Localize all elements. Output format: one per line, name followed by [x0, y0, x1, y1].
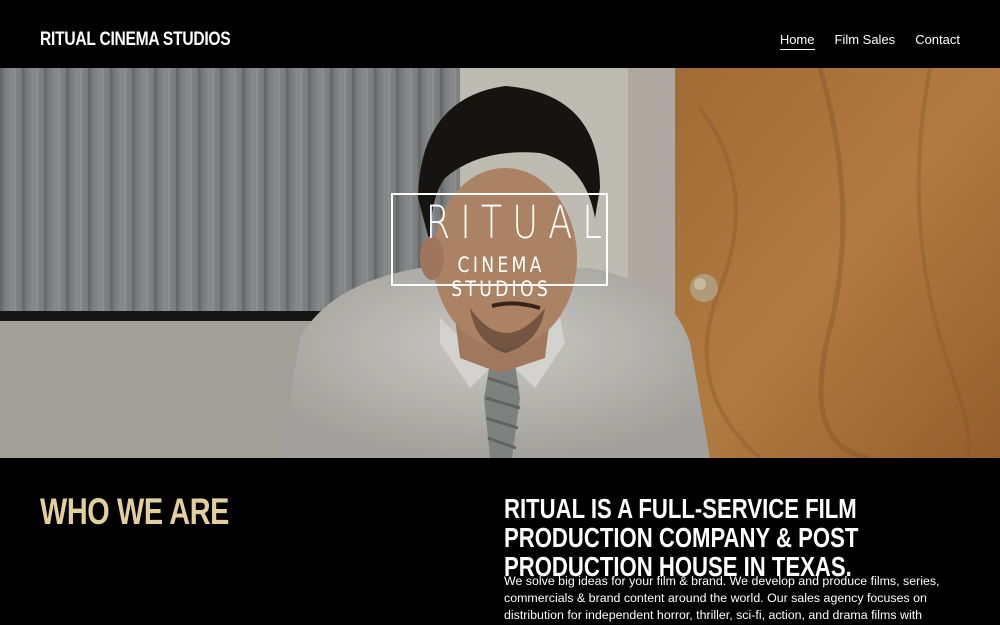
nav-contact-link[interactable]: Contact [915, 32, 960, 50]
section-heading: WHO WE ARE [40, 491, 230, 532]
about-body-text: We solve big ideas for your film & brand… [504, 574, 940, 622]
hero-logo-subtitle: CINEMA STUDIOS [451, 253, 552, 301]
nav-film-sales-link[interactable]: Film Sales [835, 32, 896, 50]
main-nav: Home Film Sales Contact [779, 32, 960, 50]
hero-banner: RITUAL CINEMA STUDIOS [0, 68, 1000, 458]
hero-logo: RITUAL CINEMA STUDIOS [391, 193, 613, 301]
site-header: RITUAL CINEMA STUDIOS Home Film Sales Co… [0, 0, 1000, 68]
hero-logo-title: RITUAL [425, 196, 613, 249]
about-section: WHO WE ARE RITUAL IS A FULL-SERVICE FILM… [0, 458, 1000, 625]
nav-home-link[interactable]: Home [779, 32, 815, 50]
about-headline: RITUAL IS A FULL-SERVICE FILM PRODUCTION… [504, 493, 859, 582]
brand-logo-text[interactable]: RITUAL CINEMA STUDIOS [40, 29, 231, 51]
